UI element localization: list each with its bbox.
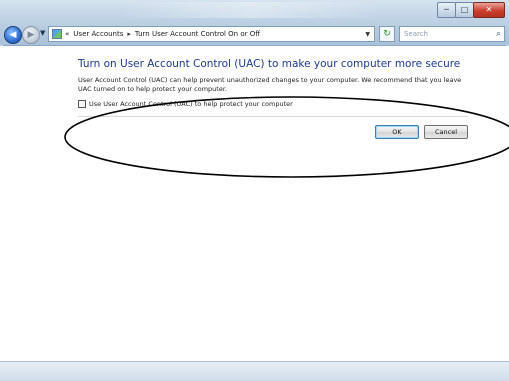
refresh-button[interactable]: ↻	[379, 26, 395, 42]
back-button[interactable]: ◀	[4, 26, 22, 44]
minimize-button[interactable]: ─	[437, 2, 456, 18]
search-icon[interactable]: ⌕	[496, 29, 501, 39]
uac-description: User Account Control (UAC) can help prev…	[78, 76, 462, 93]
search-placeholder: Search	[404, 30, 429, 38]
address-dropdown-icon[interactable]: ▼	[365, 31, 370, 38]
breadcrumb-turn-uac[interactable]: Turn User Account Control On or Off	[135, 30, 260, 38]
minimize-icon: ─	[444, 5, 449, 14]
status-bar	[0, 361, 509, 381]
breadcrumb-user-accounts[interactable]: User Accounts	[73, 30, 123, 38]
uac-checkbox-label[interactable]: Use User Account Control (UAC) to help p…	[89, 100, 293, 108]
maximize-icon: □	[460, 5, 469, 14]
window-controls: ─ □ ✕	[437, 2, 505, 18]
cancel-button[interactable]: Cancel	[424, 125, 468, 139]
control-panel-icon	[52, 29, 62, 39]
forward-arrow-icon: ▶	[27, 29, 35, 40]
search-input[interactable]: Search ⌕	[399, 26, 505, 42]
uac-checkbox-row[interactable]: Use User Account Control (UAC) to help p…	[78, 100, 293, 108]
title-bar: ─ □ ✕ ◀ ▶ ▼ « User Accounts ▸ Turn User …	[0, 0, 509, 46]
address-bar[interactable]: « User Accounts ▸ Turn User Account Cont…	[48, 26, 375, 42]
maximize-button[interactable]: □	[455, 2, 474, 18]
content-pane: Turn on User Account Control (UAC) to ma…	[0, 46, 509, 361]
breadcrumb-separator-icon[interactable]: ▸	[127, 30, 131, 38]
close-icon: ✕	[485, 5, 493, 14]
divider	[78, 116, 468, 117]
page-title: Turn on User Account Control (UAC) to ma…	[78, 58, 461, 70]
ok-button[interactable]: OK	[375, 125, 419, 139]
address-prefix[interactable]: «	[65, 30, 69, 38]
forward-button[interactable]: ▶	[22, 26, 40, 44]
close-button[interactable]: ✕	[473, 2, 505, 18]
explorer-window: ─ □ ✕ ◀ ▶ ▼ « User Accounts ▸ Turn User …	[0, 0, 509, 381]
refresh-icon: ↻	[383, 28, 391, 39]
uac-checkbox[interactable]	[78, 100, 86, 108]
back-arrow-icon: ◀	[9, 29, 17, 40]
recent-pages-dropdown[interactable]: ▼	[40, 29, 45, 37]
